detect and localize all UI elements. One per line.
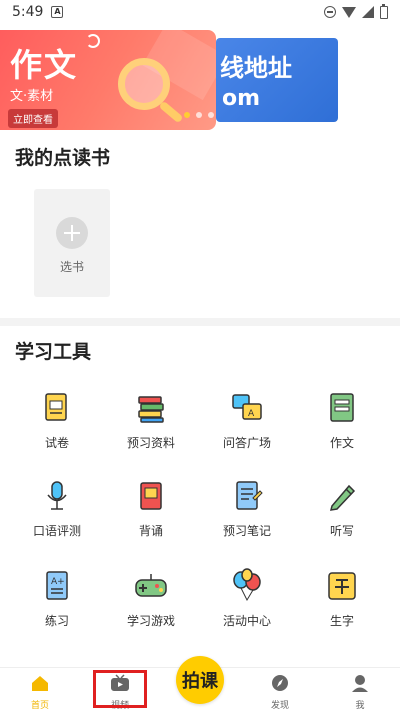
capture-lesson-button[interactable]: 拍课	[176, 656, 224, 704]
nav-label: 发现	[270, 701, 289, 711]
status-bar: 5:49 A	[0, 0, 400, 24]
tool-study-games[interactable]: 学习游戏	[101, 568, 201, 629]
carousel-dot	[196, 112, 202, 118]
banner-slide-next[interactable]: 线地址 om	[216, 38, 338, 122]
tool-practice[interactable]: A+ 练习	[7, 568, 107, 629]
tool-label: 生字	[329, 614, 354, 628]
nav-home[interactable]: 首页	[10, 674, 70, 711]
tools-title: 学习工具	[15, 341, 92, 363]
plus-icon	[56, 217, 88, 249]
tool-label: 预习资料	[126, 436, 175, 450]
tool-label: 学习游戏	[126, 614, 175, 628]
tool-composition[interactable]: 作文	[292, 390, 392, 451]
tool-exam[interactable]: 试卷	[7, 390, 107, 451]
my-books-title: 我的点读书	[15, 147, 111, 169]
notification-a-icon: A	[51, 6, 64, 18]
exam-paper-icon	[39, 390, 75, 426]
add-book-label: 选书	[59, 260, 84, 274]
do-not-disturb-icon	[324, 6, 336, 18]
nav-discover[interactable]: 发现	[250, 674, 310, 711]
balloons-icon	[229, 568, 265, 604]
book-stack-icon	[133, 390, 169, 426]
notebook-icon	[229, 478, 265, 514]
tool-qa-square[interactable]: A 问答广场	[197, 390, 297, 451]
battery-icon	[380, 3, 388, 19]
tool-label: 口语评测	[32, 524, 81, 538]
recite-book-icon	[133, 478, 169, 514]
svg-text:A: A	[248, 409, 255, 419]
gamepad-icon	[133, 568, 169, 604]
microphone-icon	[39, 478, 75, 514]
tool-label: 背诵	[138, 524, 163, 538]
nav-label: 首页	[30, 701, 49, 711]
tool-preview-notes[interactable]: 预习笔记	[197, 478, 297, 539]
status-icons	[324, 3, 388, 19]
banner-carousel[interactable]: 作文 文·素材 立即查看 线地址 om	[0, 26, 400, 134]
nav-label: 我	[355, 701, 365, 711]
tool-label: 预习笔记	[222, 524, 271, 538]
tool-label: 试卷	[44, 436, 69, 450]
banner-next-title: 线地址	[220, 54, 292, 82]
banner-next-subtitle: om	[222, 86, 261, 111]
banner-cta-button[interactable]: 立即查看	[8, 109, 58, 128]
banner-subtitle: 文·素材	[10, 89, 54, 104]
tool-label: 问答广场	[222, 436, 271, 450]
character-card-icon	[324, 568, 360, 604]
nav-me[interactable]: 我	[330, 674, 390, 711]
signal-icon	[362, 6, 374, 18]
banner-title: 作文	[10, 46, 79, 84]
tool-label: 活动中心	[222, 614, 271, 628]
compass-icon	[272, 675, 288, 691]
tool-oral-eval[interactable]: 口语评测	[7, 478, 107, 539]
status-time: 5:49	[12, 4, 44, 20]
carousel-dot	[208, 112, 214, 118]
video-tab-highlight	[93, 670, 147, 708]
add-book-card[interactable]: 选书	[34, 189, 110, 297]
section-divider	[0, 318, 400, 326]
tool-activity-center[interactable]: 活动中心	[197, 568, 297, 629]
home-icon	[32, 676, 48, 691]
svg-text:A+: A+	[51, 577, 65, 587]
pencil-icon	[324, 478, 360, 514]
magnifier-handle	[158, 100, 184, 124]
wifi-icon	[342, 6, 356, 18]
practice-sheet-icon: A+	[39, 568, 75, 604]
tool-dictation[interactable]: 听写	[292, 478, 392, 539]
tool-recite[interactable]: 背诵	[101, 478, 201, 539]
user-icon	[352, 675, 368, 692]
carousel-indicator	[184, 112, 214, 118]
carousel-dot	[184, 112, 190, 118]
tool-new-characters[interactable]: 生字	[292, 568, 392, 629]
tool-preview-materials[interactable]: 预习资料	[101, 390, 201, 451]
tool-label: 听写	[329, 524, 354, 538]
composition-book-icon	[324, 390, 360, 426]
qa-icon: A	[229, 390, 265, 426]
tool-label: 作文	[329, 436, 354, 450]
tool-label: 练习	[44, 614, 69, 628]
banner-decoration-ring	[86, 34, 100, 48]
